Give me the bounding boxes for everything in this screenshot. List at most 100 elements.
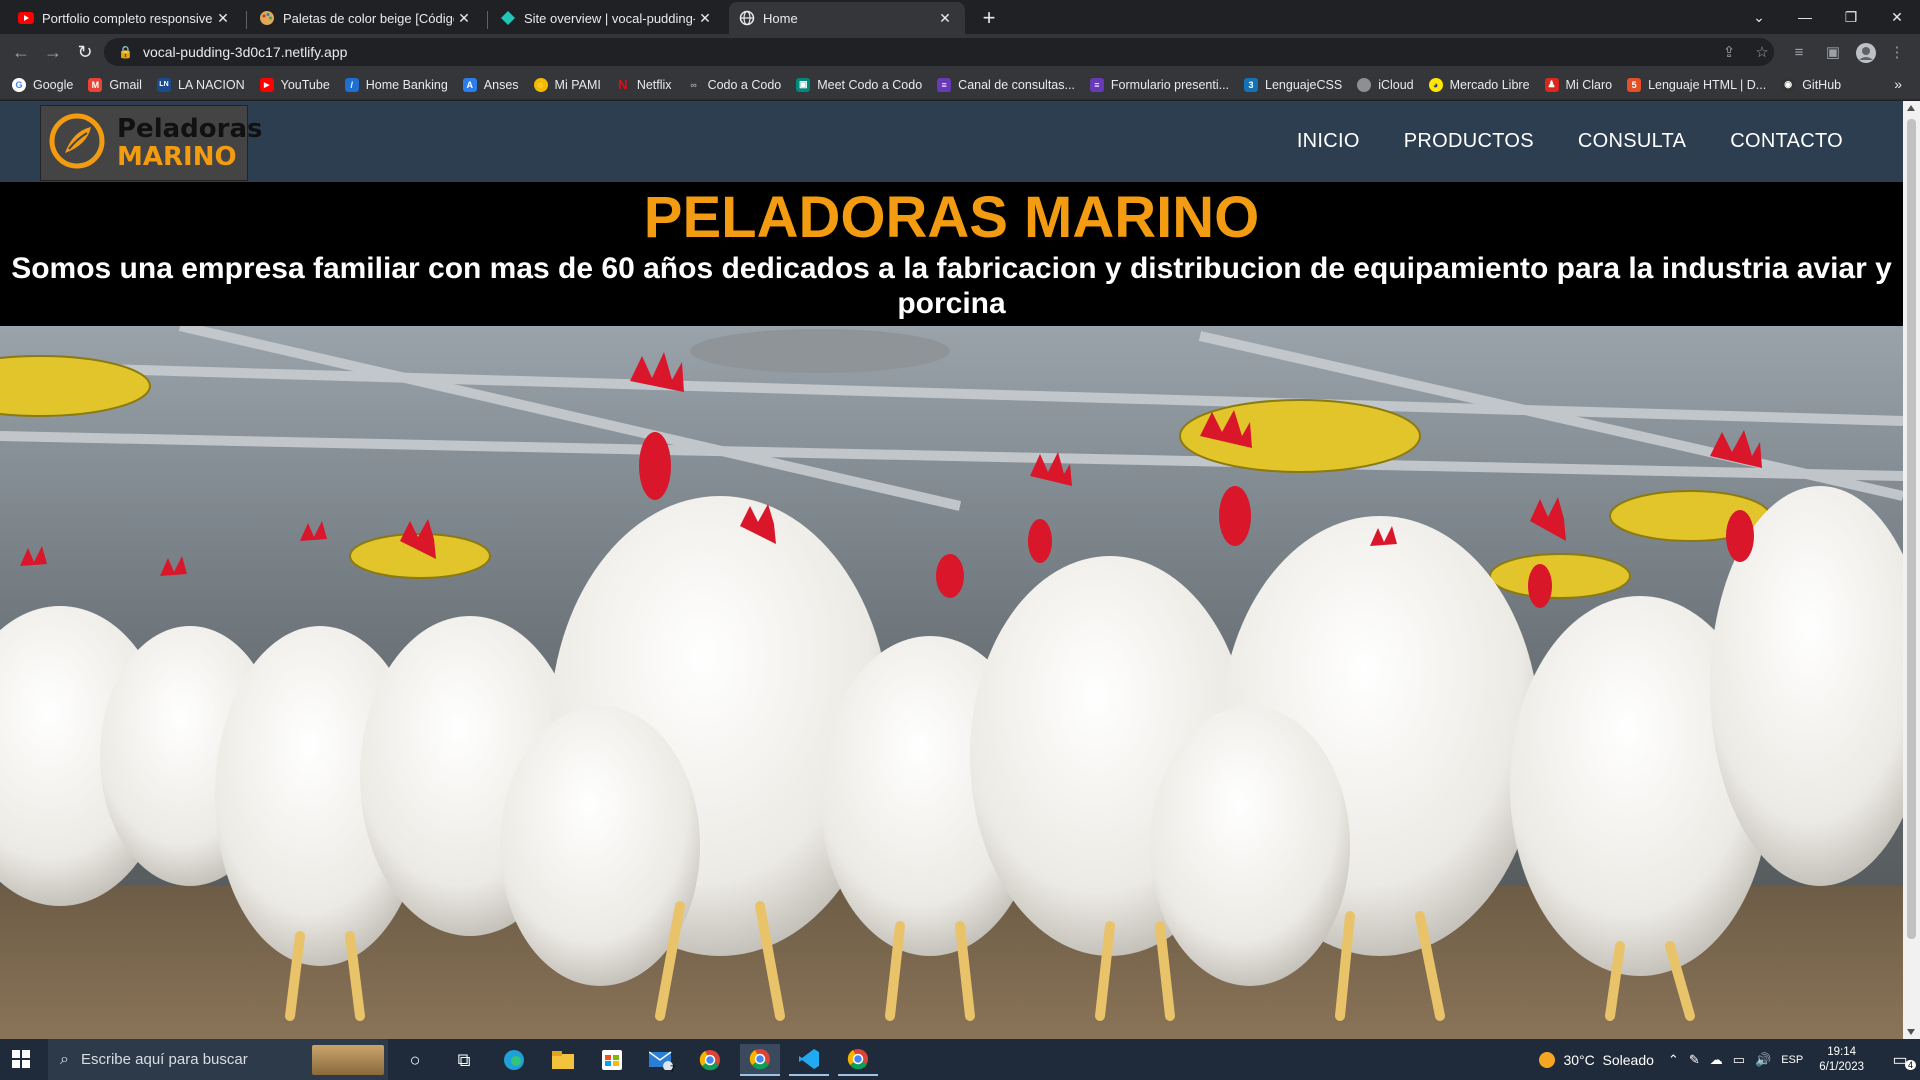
restore-icon[interactable]: ❐: [1828, 5, 1874, 29]
volume-icon[interactable]: 🔊: [1755, 1052, 1771, 1068]
tab-search-chevron-icon[interactable]: ⌄: [1736, 5, 1782, 29]
close-window-icon[interactable]: ✕: [1874, 5, 1920, 29]
chevron-up-icon[interactable]: ⌃: [1668, 1052, 1679, 1068]
bookmark-star-icon[interactable]: ☆: [1751, 42, 1773, 64]
hero-subtitle: Somos una empresa familiar con mas de 60…: [11, 252, 1892, 320]
bookmark-canal-consultas[interactable]: ≡ Canal de consultas...: [937, 77, 1075, 92]
tab-netlify[interactable]: Site overview | vocal-pudding-3d ✕: [490, 2, 725, 34]
bookmark-home-banking[interactable]: / Home Banking: [344, 77, 448, 92]
weather-widget[interactable]: 30°C Soleado: [1539, 1051, 1654, 1068]
bookmark-lenguaje-html[interactable]: 5 Lenguaje HTML | D...: [1627, 77, 1766, 92]
nav-productos[interactable]: PRODUCTOS: [1404, 130, 1534, 153]
hero-banner: PELADORAS MARINO Somos una empresa famil…: [0, 182, 1903, 326]
browser-menu-icon[interactable]: ⋮: [1886, 42, 1908, 64]
file-explorer-icon[interactable]: [543, 1044, 583, 1076]
bookmark-netflix[interactable]: N Netflix: [616, 77, 671, 92]
bookmark-mercado-libre[interactable]: ◕ Mercado Libre: [1428, 77, 1530, 92]
task-view-icon[interactable]: ⧉: [444, 1044, 484, 1076]
bookmark-mi-pami[interactable]: ○ Mi PAMI: [533, 77, 601, 92]
bookmarks-overflow-icon[interactable]: »: [1894, 76, 1902, 92]
tab-title: Portfolio completo responsive - F: [42, 10, 213, 26]
language-indicator[interactable]: ESP: [1781, 1054, 1803, 1066]
mail-badge: 7: [669, 1064, 675, 1074]
address-bar[interactable]: 🔒 vocal-pudding-3d0c17.netlify.app: [104, 38, 1774, 66]
vscode-icon[interactable]: [789, 1044, 829, 1076]
hero-title: PELADORAS MARINO: [643, 185, 1260, 250]
chrome-icon[interactable]: [690, 1044, 730, 1076]
tab-portfolio[interactable]: Portfolio completo responsive - F ✕: [8, 2, 243, 34]
forward-arrow-icon[interactable]: →: [41, 40, 65, 64]
bookmark-mi-claro[interactable]: ♟ Mi Claro: [1544, 77, 1612, 92]
hero-chickens-image: [0, 326, 1903, 1039]
scroll-up-arrow-icon[interactable]: [1907, 105, 1915, 111]
bookmark-codo-a-codo[interactable]: ∞ Codo a Codo: [687, 78, 781, 92]
page-scrollbar[interactable]: [1903, 101, 1920, 1039]
weather-text: 30°C Soleado: [1563, 1051, 1654, 1068]
bookmark-anses[interactable]: A Anses: [462, 77, 519, 92]
chrome-second-icon[interactable]: [838, 1044, 878, 1076]
back-arrow-icon[interactable]: ←: [9, 40, 33, 64]
reload-icon[interactable]: ↻: [73, 40, 97, 64]
tab-title: Home: [763, 10, 798, 26]
nav-contacto[interactable]: CONTACTO: [1730, 130, 1843, 153]
tab-paletas[interactable]: Paletas de color beige [Códigos ✕: [249, 2, 484, 34]
github-icon: ◉: [1781, 77, 1796, 92]
bookmark-formulario[interactable]: ≡ Formulario presenti...: [1089, 77, 1229, 92]
scrollbar-thumb[interactable]: [1907, 119, 1916, 939]
site-nav: INICIO PRODUCTOS CONSULTA CONTACTO: [1253, 101, 1843, 182]
share-icon[interactable]: ⇪: [1718, 42, 1740, 64]
clock[interactable]: 19:14 6/1/2023: [1819, 1045, 1864, 1075]
bookmark-google[interactable]: G Google: [12, 77, 73, 92]
logo-text-line2: MARINO: [117, 142, 237, 172]
bookmark-icloud[interactable]: iCloud: [1357, 77, 1414, 92]
apple-icon: [1357, 77, 1372, 92]
minimize-icon[interactable]: —: [1782, 5, 1828, 29]
bookmark-la-nacion[interactable]: LN LA NACION: [156, 77, 245, 92]
nav-inicio[interactable]: INICIO: [1297, 130, 1360, 153]
new-tab-plus-icon[interactable]: +: [975, 5, 1003, 31]
site-logo[interactable]: Peladoras MARINO: [40, 105, 262, 181]
windows-start-icon[interactable]: [12, 1050, 30, 1073]
url-text: vocal-pudding-3d0c17.netlify.app: [142, 44, 348, 60]
bookmark-meet-codo-a-codo[interactable]: ▣ Meet Codo a Codo: [796, 77, 922, 92]
css-icon: 3: [1244, 77, 1259, 92]
tab-title: Paletas de color beige [Códigos: [283, 10, 454, 26]
logo-text-line1: Peladoras: [117, 114, 263, 144]
network-icon[interactable]: ▭: [1733, 1052, 1745, 1068]
pami-icon: ○: [533, 77, 548, 92]
sun-icon: [1539, 1051, 1556, 1068]
nav-consulta[interactable]: CONSULTA: [1578, 130, 1686, 153]
clock-date: 6/1/2023: [1819, 1060, 1864, 1073]
cortana-icon[interactable]: ○: [395, 1044, 435, 1076]
edge-icon[interactable]: [494, 1044, 534, 1076]
lock-icon: 🔒: [118, 45, 133, 59]
tab-divider: [246, 11, 247, 29]
close-tab-icon[interactable]: ✕: [935, 10, 955, 27]
close-tab-icon[interactable]: ✕: [695, 10, 715, 27]
close-tab-icon[interactable]: ✕: [213, 10, 233, 27]
notification-center-icon[interactable]: ▭ 4: [1880, 1050, 1920, 1070]
reading-list-icon[interactable]: ≡: [1788, 42, 1810, 64]
claro-icon: ♟: [1544, 77, 1559, 92]
system-tray: 30°C Soleado ⌃ ✎ ☁ ▭ 🔊 ESP 19:14 6/1/202…: [1539, 1039, 1920, 1080]
pen-icon[interactable]: ✎: [1689, 1052, 1700, 1068]
onedrive-cloud-icon[interactable]: ☁: [1710, 1052, 1723, 1068]
scroll-down-arrow-icon[interactable]: [1907, 1029, 1915, 1035]
side-panel-icon[interactable]: ▣: [1822, 42, 1844, 64]
profile-avatar[interactable]: [1855, 42, 1877, 64]
bookmark-github[interactable]: ◉ GitHub: [1781, 77, 1841, 92]
bookmark-gmail[interactable]: M Gmail: [88, 77, 142, 92]
clock-time: 19:14: [1827, 1045, 1856, 1058]
tab-home[interactable]: Home ✕: [729, 2, 965, 34]
meet-icon: ▣: [796, 77, 811, 92]
microsoft-store-icon[interactable]: [592, 1044, 632, 1076]
bookmark-lenguaje-css[interactable]: 3 LenguajeCSS: [1244, 77, 1342, 92]
site-header: Peladoras MARINO INICIO PRODUCTOS CONSUL…: [0, 101, 1903, 182]
bank-icon: /: [344, 77, 359, 92]
close-tab-icon[interactable]: ✕: [454, 10, 474, 27]
chrome-profile-icon[interactable]: [740, 1044, 780, 1076]
taskbar-search-box[interactable]: ⌕ Escribe aquí para buscar: [48, 1039, 388, 1080]
mail-icon[interactable]: 7: [641, 1044, 681, 1076]
netlify-icon: [500, 10, 516, 26]
bookmark-youtube[interactable]: ▶ YouTube: [259, 77, 330, 92]
